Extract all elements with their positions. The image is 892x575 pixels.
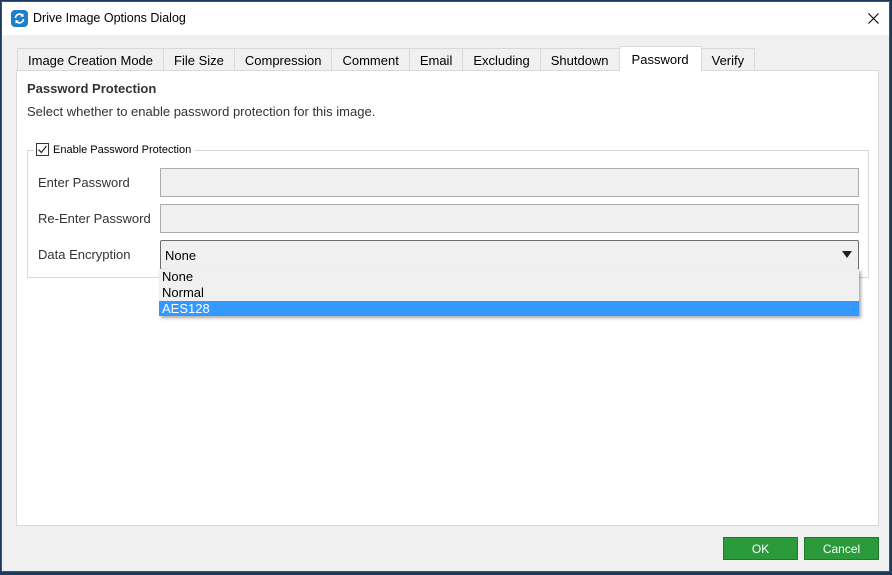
tab-verify[interactable]: Verify [700,48,756,71]
option-none[interactable]: None [159,269,859,285]
enable-password-checkbox[interactable] [36,143,49,156]
option-aes128[interactable]: AES128 [159,301,859,316]
cancel-button[interactable]: Cancel [804,537,879,560]
tab-image-creation-mode[interactable]: Image Creation Mode [17,48,165,71]
reenter-password-label: Re-Enter Password [38,211,151,226]
section-description: Select whether to enable password protec… [27,104,376,119]
tab-excluding[interactable]: Excluding [462,48,541,71]
dialog-window: Drive Image Options Dialog Image Creatio… [1,1,890,572]
dropdown-arrow-icon[interactable] [842,251,852,258]
title-bar: Drive Image Options Dialog [2,2,889,35]
ok-button[interactable]: OK [723,537,798,560]
tab-strip: Image Creation Mode File Size Compressio… [17,46,756,71]
tab-file-size[interactable]: File Size [163,48,235,71]
enable-password-label: Enable Password Protection [53,143,192,156]
data-encryption-value: None [165,248,197,263]
enable-password-checkbox-row[interactable]: Enable Password Protection [34,143,195,156]
checkmark-icon [38,145,47,154]
data-encryption-select[interactable]: None [160,240,859,270]
sync-arrows-icon [11,10,28,27]
close-icon [867,13,879,24]
data-encryption-dropdown-list: None Normal AES128 [159,269,859,316]
reenter-password-field[interactable] [160,204,859,233]
enter-password-field[interactable] [160,168,859,197]
window-title: Drive Image Options Dialog [33,11,186,25]
tab-compression[interactable]: Compression [233,48,333,71]
tab-shutdown[interactable]: Shutdown [539,48,620,71]
section-title: Password Protection [27,81,157,96]
data-encryption-label: Data Encryption [38,247,131,262]
option-normal[interactable]: Normal [159,285,859,301]
enter-password-label: Enter Password [38,175,130,190]
tab-email[interactable]: Email [408,48,464,71]
close-button[interactable] [857,2,889,35]
tab-password[interactable]: Password [618,46,702,71]
password-protection-group: Enable Password Protection Enter Passwor… [27,143,869,278]
tab-comment[interactable]: Comment [331,48,410,71]
